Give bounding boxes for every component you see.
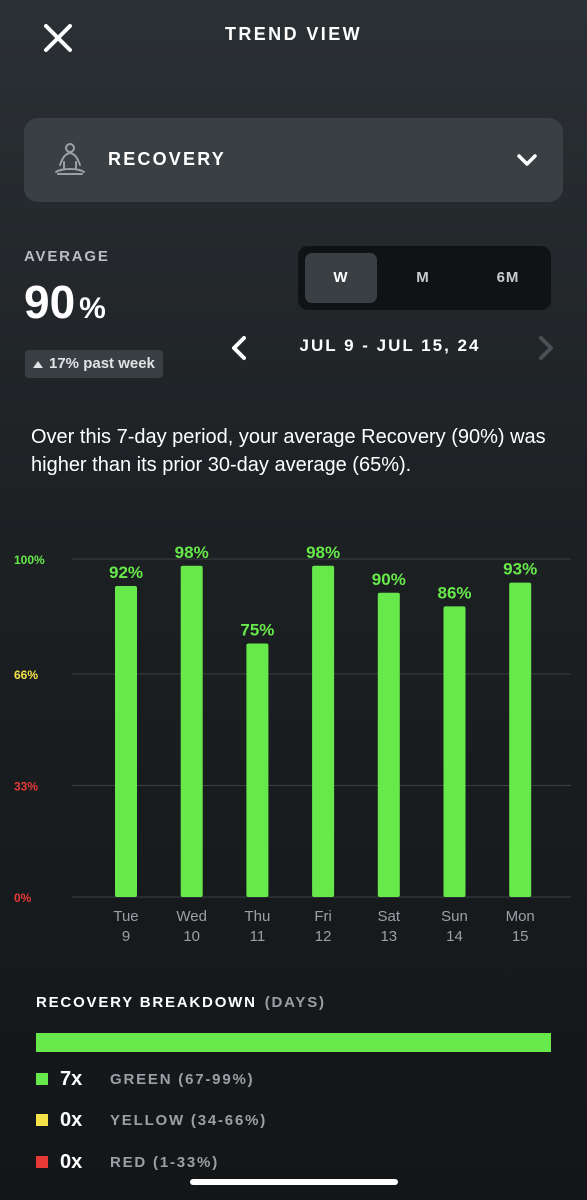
yellow-square-icon bbox=[36, 1114, 48, 1126]
x-tick-day: Tue bbox=[113, 908, 138, 925]
next-range-button[interactable] bbox=[535, 334, 557, 362]
breakdown-subtitle: (DAYS) bbox=[264, 994, 326, 1011]
change-badge: 17% past week bbox=[25, 350, 163, 378]
date-range: JUL 9 - JUL 15, 24 bbox=[299, 336, 481, 355]
average-unit: % bbox=[79, 292, 106, 325]
bar bbox=[312, 565, 335, 897]
y-tick-label: 100% bbox=[14, 553, 45, 567]
bar-value-label: 98% bbox=[175, 543, 209, 562]
y-tick-label: 66% bbox=[14, 668, 38, 682]
chevron-left-icon bbox=[232, 336, 246, 360]
x-tick-date: 11 bbox=[250, 928, 266, 945]
y-tick-label: 33% bbox=[14, 779, 38, 793]
breakdown-title: RECOVERY BREAKDOWN (DAYS) bbox=[36, 994, 326, 1011]
tab-month[interactable]: M bbox=[387, 253, 459, 303]
x-tick-day: Mon bbox=[506, 908, 535, 925]
x-tick-day: Sun bbox=[441, 908, 468, 925]
breakdown-bar bbox=[36, 1033, 551, 1052]
change-text: 17% past week bbox=[49, 355, 155, 372]
bar-value-label: 86% bbox=[437, 583, 471, 602]
x-tick-day: Fri bbox=[314, 908, 332, 925]
tab-six-months[interactable]: 6M bbox=[472, 253, 544, 303]
x-tick-date: 14 bbox=[446, 928, 463, 945]
x-tick-day: Thu bbox=[244, 908, 270, 925]
bar bbox=[377, 592, 400, 897]
bar-value-label: 93% bbox=[503, 560, 537, 579]
chevron-right-icon bbox=[539, 336, 553, 360]
tab-week[interactable]: W bbox=[305, 253, 377, 303]
bar-value-label: 98% bbox=[306, 543, 340, 562]
red-square-icon bbox=[36, 1156, 48, 1168]
green-square-icon bbox=[36, 1073, 48, 1085]
average-label: AVERAGE bbox=[24, 248, 110, 265]
average-number: 90 bbox=[24, 276, 76, 328]
legend-count: 7x bbox=[60, 1067, 83, 1090]
legend-row-yellow: 0x YELLOW (34-66%) bbox=[36, 1105, 267, 1135]
arrow-up-icon bbox=[33, 360, 43, 368]
chevron-down-icon bbox=[517, 154, 537, 166]
home-indicator[interactable] bbox=[190, 1179, 398, 1185]
legend-row-red: 0x RED (1-33%) bbox=[36, 1147, 219, 1177]
metric-label: RECOVERY bbox=[108, 149, 226, 169]
x-tick-date: 10 bbox=[183, 928, 200, 945]
legend-row-green: 7x GREEN (67-99%) bbox=[36, 1064, 254, 1094]
metric-dropdown[interactable]: RECOVERY bbox=[24, 118, 563, 202]
bar-value-label: 75% bbox=[240, 621, 274, 640]
bar bbox=[443, 606, 466, 897]
legend-count: 0x bbox=[60, 1150, 83, 1173]
bar-value-label: 90% bbox=[372, 570, 406, 589]
x-tick-date: 13 bbox=[380, 928, 397, 945]
legend-label: YELLOW (34-66%) bbox=[110, 1111, 268, 1129]
x-tick-date: 15 bbox=[512, 928, 529, 945]
bar bbox=[180, 565, 203, 897]
meditation-icon bbox=[55, 143, 85, 175]
legend-count: 0x bbox=[60, 1108, 83, 1131]
page-title: TREND VIEW bbox=[224, 24, 362, 44]
bar bbox=[115, 586, 137, 897]
bar bbox=[246, 643, 269, 897]
legend-label: RED (1-33%) bbox=[110, 1153, 219, 1171]
breakdown-title-text: RECOVERY BREAKDOWN bbox=[36, 994, 257, 1011]
x-tick-date: 12 bbox=[315, 928, 332, 945]
bar-value-label: 92% bbox=[109, 563, 143, 582]
bar bbox=[509, 582, 532, 897]
summary-text: Over this 7-day period, your average Rec… bbox=[31, 426, 546, 476]
legend-label: GREEN (67-99%) bbox=[110, 1070, 255, 1088]
previous-range-button[interactable] bbox=[228, 334, 250, 362]
x-tick-date: 9 bbox=[122, 928, 130, 945]
recovery-bar-chart: 100% 66% 33% 0% 92% Tue 9 98% Wed 10 75% Thu 11 98% Fr… bbox=[14, 543, 571, 945]
x-tick-day: Wed bbox=[176, 908, 207, 925]
y-tick-label: 0% bbox=[14, 891, 32, 905]
x-tick-day: Sat bbox=[378, 908, 401, 925]
average-value: 90% bbox=[24, 276, 106, 335]
range-tabs: W M 6M bbox=[298, 246, 551, 310]
